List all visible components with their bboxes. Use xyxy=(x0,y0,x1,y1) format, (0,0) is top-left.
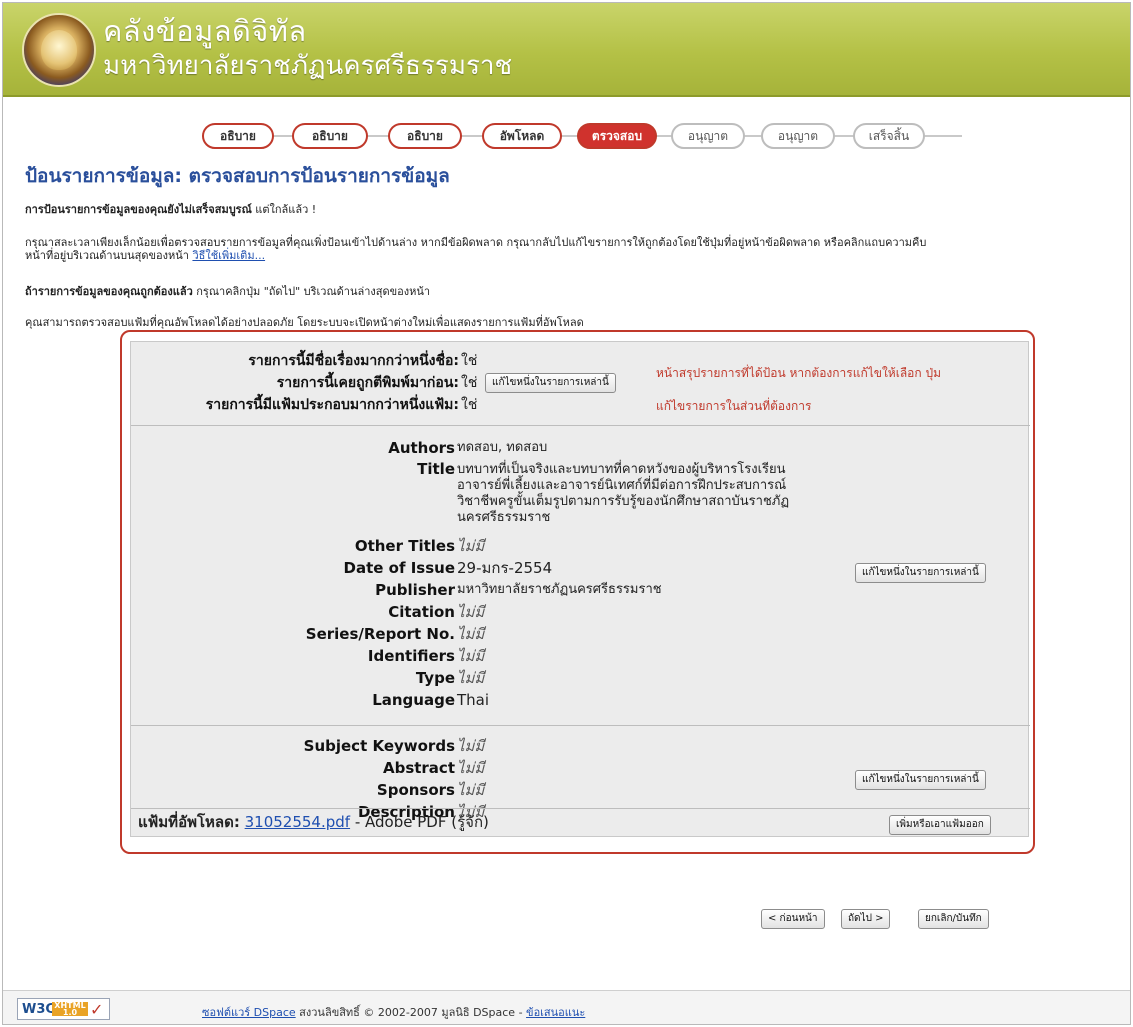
review-section-description: Subject Keywords ไม่มี Abstract ไม่มี Sp… xyxy=(131,727,1030,821)
value-sponsors: ไม่มี xyxy=(457,781,485,799)
edit-metadata-button[interactable]: แก้ไขหนึ่งในรายการเหล่านี้ xyxy=(855,563,986,583)
divider xyxy=(131,808,1030,809)
intro-instructions: กรุณาสละเวลาเพียงเล็กน้อยเพื่อตรวจสอบราย… xyxy=(25,236,1115,262)
edit-general-button[interactable]: แก้ไขหนึ่งในรายการเหล่านี้ xyxy=(485,373,616,393)
intro-status-bold: การป้อนรายการข้อมูลของคุณยังไม่เสร็จสมบู… xyxy=(25,203,252,216)
label-other-titles: Other Titles xyxy=(354,537,455,555)
value-title-line: นครศรีธรรมราช xyxy=(457,510,551,525)
xhtml-badge: XHTML 1.0 xyxy=(52,1002,88,1017)
edit-hint-line1: หน้าสรุปรายการที่ได้ป้อน หากต้องการแก้ไข… xyxy=(656,366,941,380)
uploaded-file-format: - Adobe PDF (รู้จัก) xyxy=(354,813,489,831)
value-title-line: บทบาทที่เป็นจริงและบทบาทที่คาดหวังของผู้… xyxy=(457,462,786,477)
label-authors: Authors xyxy=(388,439,455,457)
value-published-before: ใช่ xyxy=(461,375,478,391)
step-license-1: อนุญาต xyxy=(671,123,745,149)
label-multiple-files: รายการนี้มีแฟ้มประกอบมากกว่าหนึ่งแฟ้ม: xyxy=(205,397,459,413)
footer-text: ซอฟต์แวร์ DSpace สงวนลิขสิทธิ์ © 2002-20… xyxy=(202,1003,585,1021)
feedback-link[interactable]: ข้อเสนอแนะ xyxy=(526,1006,585,1019)
value-keywords: ไม่มี xyxy=(457,737,485,755)
intro-next-hint: ถ้ารายการข้อมูลของคุณถูกต้องแล้ว กรุณาคล… xyxy=(25,285,430,298)
label-type: Type xyxy=(415,669,455,687)
edit-hint-line2: แก้ไขรายการในส่วนที่ต้องการ xyxy=(656,399,812,413)
label-abstract: Abstract xyxy=(382,759,455,777)
intro-file-hint: คุณสามารถตรวจสอบแฟ้มที่คุณอัพโหลดได้อย่า… xyxy=(25,316,584,329)
value-type: ไม่มี xyxy=(457,669,485,687)
university-logo[interactable] xyxy=(22,13,96,87)
foundation-text: มูลนิธิ DSpace xyxy=(441,1006,516,1019)
label-publisher: Publisher xyxy=(375,581,455,599)
w3c-xhtml-badge[interactable]: W3C XHTML 1.0 ✓ xyxy=(17,998,110,1020)
step-describe-3[interactable]: อธิบาย xyxy=(388,123,462,149)
step-describe-2[interactable]: อธิบาย xyxy=(292,123,368,149)
label-title: Title xyxy=(417,460,455,478)
dspace-software-link[interactable]: ซอฟต์แวร์ DSpace xyxy=(202,1006,296,1019)
value-publisher: มหาวิทยาลัยราชภัฏนครศรีธรรมราช xyxy=(457,582,662,597)
cancel-save-button[interactable]: ยกเลิก/บันทึก xyxy=(918,909,989,929)
label-multiple-titles: รายการนี้มีชื่อเรื่องมากกว่าหนึ่งชื่อ: xyxy=(248,353,459,369)
uploaded-files-label: แฟ้มที่อัพโหลด: xyxy=(138,813,240,831)
value-abstract: ไม่มี xyxy=(457,759,485,777)
label-published-before: รายการนี้เคยถูกตีพิมพ์มาก่อน: xyxy=(276,375,459,391)
value-multiple-titles: ใช่ xyxy=(461,353,478,369)
progress-steps: อธิบาย อธิบาย อธิบาย อัพโหลด ตรวจสอบ อนุ… xyxy=(202,123,962,149)
value-citation: ไม่มี xyxy=(457,603,485,621)
page-title: ป้อนรายการข้อมูล: ตรวจสอบการป้อนรายการข้… xyxy=(25,165,450,187)
value-language: Thai xyxy=(457,691,490,709)
review-section-general: รายการนี้มีชื่อเรื่องมากกว่าหนึ่งชื่อ: ใ… xyxy=(131,342,1030,426)
value-series: ไม่มี xyxy=(457,625,485,643)
uploaded-files-row: แฟ้มที่อัพโหลด: 31052554.pdf - Adobe PDF… xyxy=(138,813,489,831)
intro-next-hint-bold: ถ้ารายการข้อมูลของคุณถูกต้องแล้ว xyxy=(25,285,193,298)
footer-separator: - xyxy=(518,1006,523,1019)
page-frame: คลังข้อมูลดิจิทัล มหาวิทยาลัยราชภัฏนครศร… xyxy=(2,2,1131,1025)
value-multiple-files: ใช่ xyxy=(461,397,478,413)
copyright-text: สงวนลิขสิทธิ์ © 2002-2007 xyxy=(299,1006,438,1019)
value-title-line: อาจารย์พี่เลี้ยงและอาจารย์นิเทศก์ที่มีต่… xyxy=(457,478,787,493)
step-complete: เสร็จสิ้น xyxy=(853,123,925,149)
review-table: รายการนี้มีชื่อเรื่องมากกว่าหนึ่งชื่อ: ใ… xyxy=(130,341,1030,837)
value-authors: ทดสอบ, ทดสอบ xyxy=(457,440,548,455)
review-box: รายการนี้มีชื่อเรื่องมากกว่าหนึ่งชื่อ: ใ… xyxy=(120,330,1035,854)
next-button[interactable]: ถัดไป > xyxy=(841,909,891,929)
step-upload[interactable]: อัพโหลด xyxy=(482,123,562,149)
uploaded-file-link[interactable]: 31052554.pdf xyxy=(245,813,350,831)
intro-next-hint-rest: กรุณาคลิกปุ่ม "ถัดไป" บริเวณด้านล่างสุดข… xyxy=(196,285,431,298)
previous-button[interactable]: < ก่อนหน้า xyxy=(761,909,825,929)
checkmark-icon: ✓ xyxy=(90,1000,104,1019)
intro-status: การป้อนรายการข้อมูลของคุณยังไม่เสร็จสมบู… xyxy=(25,203,316,216)
site-footer: W3C XHTML 1.0 ✓ ซอฟต์แวร์ DSpace สงวนลิข… xyxy=(3,990,1130,1024)
label-series: Series/Report No. xyxy=(305,625,455,643)
label-citation: Citation xyxy=(388,603,455,621)
label-date-of-issue: Date of Issue xyxy=(343,559,455,577)
label-identifiers: Identifiers xyxy=(367,647,455,665)
intro-instructions-line1: กรุณาสละเวลาเพียงเล็กน้อยเพื่อตรวจสอบราย… xyxy=(25,236,927,249)
intro-status-rest: แต่ใกล้แล้ว ! xyxy=(255,203,317,216)
help-link[interactable]: วิธีใช้เพิ่มเติม... xyxy=(192,249,265,262)
site-header: คลังข้อมูลดิจิทัล มหาวิทยาลัยราชภัฏนครศร… xyxy=(3,3,1130,97)
edit-description-button[interactable]: แก้ไขหนึ่งในรายการเหล่านี้ xyxy=(855,770,986,790)
value-other-titles: ไม่มี xyxy=(457,537,485,555)
w3c-logo: W3C xyxy=(22,1002,55,1017)
label-language: Language xyxy=(372,691,455,709)
step-license-2: อนุญาต xyxy=(761,123,835,149)
step-describe-1[interactable]: อธิบาย xyxy=(202,123,274,149)
label-sponsors: Sponsors xyxy=(376,781,455,799)
site-subtitle: มหาวิทยาลัยราชภัฏนครศรีธรรมราช xyxy=(103,51,513,81)
step-verify: ตรวจสอบ xyxy=(577,123,657,149)
review-section-metadata: Authors ทดสอบ, ทดสอบ Title บทบาทที่เป็นจ… xyxy=(131,427,1030,726)
add-remove-files-button[interactable]: เพิ่มหรือเอาแฟ้มออก xyxy=(889,815,991,835)
logo-emblem xyxy=(41,30,77,70)
value-identifiers: ไม่มี xyxy=(457,647,485,665)
site-title[interactable]: คลังข้อมูลดิจิทัล xyxy=(103,15,307,47)
value-date-of-issue: 29-มกร-2554 xyxy=(457,559,553,577)
value-title: บทบาทที่เป็นจริงและบทบาทที่คาดหวังของผู้… xyxy=(457,462,897,526)
label-keywords: Subject Keywords xyxy=(303,737,455,755)
value-title-line: วิชาชีพครูขั้นเต็มรูปตามการรับรู้ของนักศ… xyxy=(457,494,790,509)
intro-instructions-line2: หน้าที่อยู่บริเวณด้านบนสุดของหน้า xyxy=(25,249,189,262)
